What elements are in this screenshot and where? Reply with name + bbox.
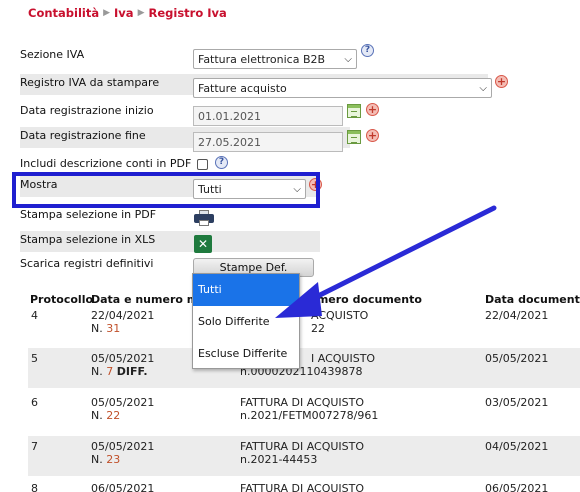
arrow-annotation: [275, 205, 497, 318]
